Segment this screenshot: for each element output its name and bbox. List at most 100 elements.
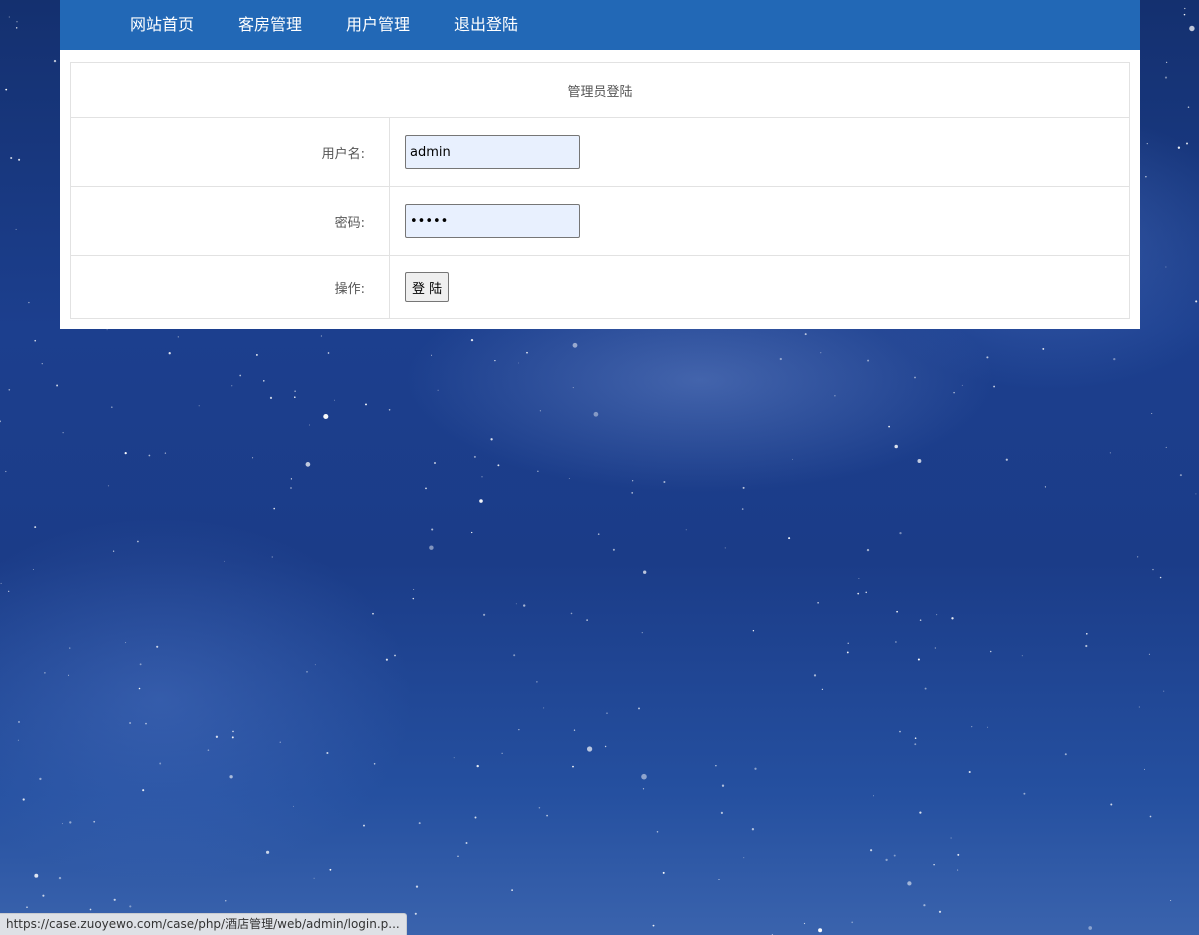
- star: [1146, 142, 1148, 145]
- star: [572, 342, 578, 348]
- star: [1195, 300, 1198, 303]
- star: [42, 894, 45, 897]
- star: [866, 548, 870, 552]
- star: [652, 924, 655, 927]
- star: [526, 351, 528, 354]
- star: [22, 798, 25, 801]
- star: [1144, 768, 1145, 770]
- login-button[interactable]: 登 陆: [405, 272, 450, 302]
- star: [631, 492, 634, 494]
- star: [139, 663, 142, 666]
- star: [215, 735, 219, 738]
- star: [907, 881, 912, 886]
- star: [656, 831, 659, 833]
- star: [429, 545, 434, 550]
- star: [373, 763, 376, 765]
- star: [1110, 803, 1113, 806]
- nav-item-room-management[interactable]: 客房管理: [238, 0, 302, 50]
- nav-item-home[interactable]: 网站首页: [130, 0, 194, 50]
- star: [1021, 655, 1023, 657]
- star: [473, 455, 476, 458]
- star: [923, 904, 926, 907]
- star: [32, 568, 34, 571]
- star: [543, 707, 545, 709]
- star: [1186, 142, 1188, 145]
- star: [986, 356, 989, 359]
- star: [792, 458, 793, 460]
- star: [327, 352, 330, 354]
- star: [1179, 474, 1182, 477]
- star: [888, 425, 890, 428]
- star: [320, 335, 322, 337]
- star: [818, 928, 823, 933]
- star: [15, 228, 17, 230]
- star: [326, 751, 329, 755]
- star: [294, 396, 296, 399]
- star: [968, 770, 971, 774]
- star: [1159, 576, 1162, 579]
- star: [229, 775, 233, 779]
- star: [471, 531, 473, 534]
- star: [685, 529, 687, 531]
- star: [632, 480, 634, 482]
- star: [453, 757, 455, 759]
- star: [847, 642, 849, 644]
- star: [718, 879, 720, 880]
- star: [518, 729, 520, 731]
- star: [0, 420, 1, 423]
- star: [1164, 76, 1168, 79]
- star: [207, 749, 210, 751]
- star: [113, 898, 116, 901]
- action-label: 操作:: [70, 255, 390, 319]
- star: [365, 403, 367, 406]
- star: [266, 850, 270, 854]
- star: [292, 805, 294, 807]
- star: [1151, 412, 1153, 415]
- star: [263, 380, 265, 382]
- username-row: 用户名:: [70, 117, 1130, 187]
- star: [895, 641, 897, 643]
- star: [290, 487, 292, 489]
- star: [957, 853, 960, 856]
- star: [44, 672, 46, 674]
- star: [1189, 25, 1195, 32]
- star: [893, 854, 896, 857]
- star: [1152, 568, 1154, 571]
- username-input[interactable]: [405, 135, 580, 169]
- star: [494, 359, 496, 362]
- star: [314, 664, 316, 666]
- star: [457, 855, 459, 857]
- star: [604, 745, 607, 748]
- star: [971, 725, 973, 728]
- star: [538, 807, 541, 809]
- star: [536, 681, 538, 683]
- star: [989, 650, 992, 653]
- star: [8, 590, 10, 592]
- status-bar-url: https://case.zuoyewo.com/case/php/酒店管理/w…: [0, 913, 407, 935]
- star: [638, 707, 640, 710]
- star: [1165, 446, 1167, 448]
- star: [586, 746, 593, 752]
- star: [1138, 706, 1140, 708]
- star: [385, 658, 388, 661]
- star: [290, 478, 293, 480]
- star: [418, 822, 421, 825]
- star: [425, 487, 427, 490]
- star: [641, 773, 647, 780]
- nav-item-user-management[interactable]: 用户管理: [346, 0, 410, 50]
- star: [106, 329, 108, 331]
- star: [513, 654, 516, 657]
- star: [936, 614, 938, 616]
- star: [0, 582, 2, 584]
- star: [933, 863, 935, 866]
- star: [431, 354, 433, 356]
- username-label: 用户名:: [70, 117, 390, 187]
- nav-item-logout[interactable]: 退出登陆: [454, 0, 518, 50]
- star: [662, 871, 665, 874]
- star: [294, 390, 296, 392]
- star: [1109, 452, 1111, 454]
- star: [239, 374, 242, 377]
- password-input[interactable]: [405, 204, 580, 238]
- star: [18, 721, 20, 723]
- star: [69, 647, 71, 649]
